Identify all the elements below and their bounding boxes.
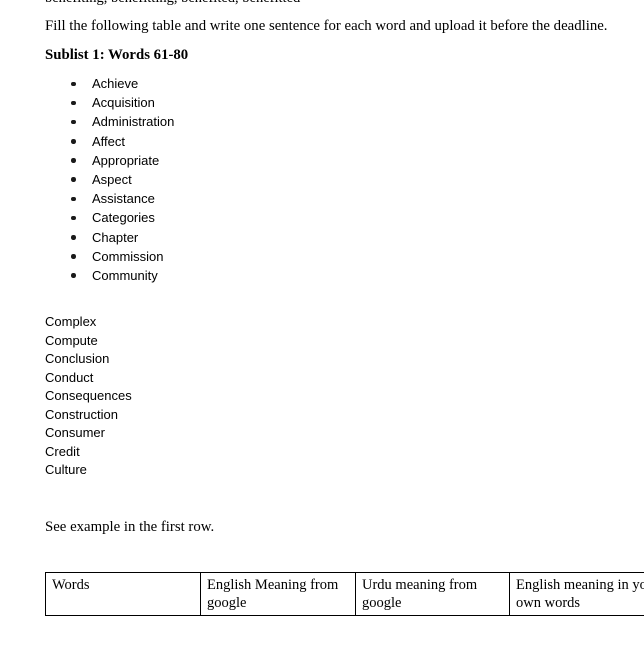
word-label: Acquisition <box>92 95 155 111</box>
list-item: Administration <box>0 112 174 131</box>
table-header-cell-english-google: English Meaning from google <box>200 572 356 616</box>
word-label: Chapter <box>92 229 139 245</box>
list-item: Credit <box>45 443 80 459</box>
list-item: Conclusion <box>45 351 110 366</box>
list-item: Complex <box>45 314 97 329</box>
bullet-icon <box>71 266 77 285</box>
instruction-paragraph: Fill the following table and write one s… <box>45 18 608 34</box>
list-item: Categories <box>0 208 174 227</box>
example-note: See example in the first row. <box>45 519 215 535</box>
bullet-icon <box>71 112 77 131</box>
list-item: Consumer <box>45 425 105 440</box>
list-item: Affect <box>0 132 174 151</box>
table-header-cell-own-words: English meaning in your own words <box>509 572 644 616</box>
list-item: Aspect <box>0 170 174 189</box>
document-page: benefiting, benefitting, benefited, bene… <box>0 0 644 645</box>
bullet-icon <box>71 208 77 227</box>
word-label: Affect <box>92 133 126 149</box>
word-label: Achieve <box>92 76 139 91</box>
list-item: Construction <box>45 406 118 422</box>
list-item: Achieve <box>0 74 174 93</box>
word-label: Categories <box>92 210 155 226</box>
bullet-icon <box>71 228 77 247</box>
table-header-cell-urdu-google: Urdu meaning from google <box>355 572 510 616</box>
cut-off-top-line: benefiting, benefitting, benefited, bene… <box>45 0 300 6</box>
list-item: Chapter <box>0 228 174 247</box>
bullet-icon <box>71 93 77 112</box>
plain-word-list: Complex Compute Conclusion Conduct Conse… <box>45 313 132 480</box>
list-item: Conduct <box>45 369 94 385</box>
word-label: Commission <box>92 248 164 264</box>
list-item: Assistance <box>0 189 174 208</box>
table-header-row: Words English Meaning from google Urdu m… <box>45 572 644 616</box>
bullet-icon <box>71 151 77 170</box>
word-label: Assistance <box>92 191 155 207</box>
list-item: Community <box>0 266 174 285</box>
sublist-heading: Sublist 1: Words 61-80 <box>45 47 189 63</box>
list-item: Culture <box>45 462 87 477</box>
bulleted-word-list: Achieve Acquisition Administration Affec… <box>0 74 174 285</box>
list-item: Acquisition <box>0 93 174 112</box>
list-item: Compute <box>45 332 98 348</box>
list-item: Appropriate <box>0 151 174 170</box>
word-label: Aspect <box>92 171 132 187</box>
bullet-icon <box>71 189 77 208</box>
word-label: Appropriate <box>92 152 160 168</box>
bullet-icon <box>71 247 77 266</box>
bullet-icon <box>71 74 77 93</box>
bullet-icon <box>71 132 77 151</box>
word-label: Administration <box>92 114 175 130</box>
bullet-icon <box>71 170 77 189</box>
list-item: Commission <box>0 247 174 266</box>
vocabulary-table: Words English Meaning from google Urdu m… <box>45 572 644 616</box>
word-label: Community <box>92 267 158 283</box>
list-item: Consequences <box>45 388 132 403</box>
table-header-cell-words: Words <box>45 572 201 616</box>
